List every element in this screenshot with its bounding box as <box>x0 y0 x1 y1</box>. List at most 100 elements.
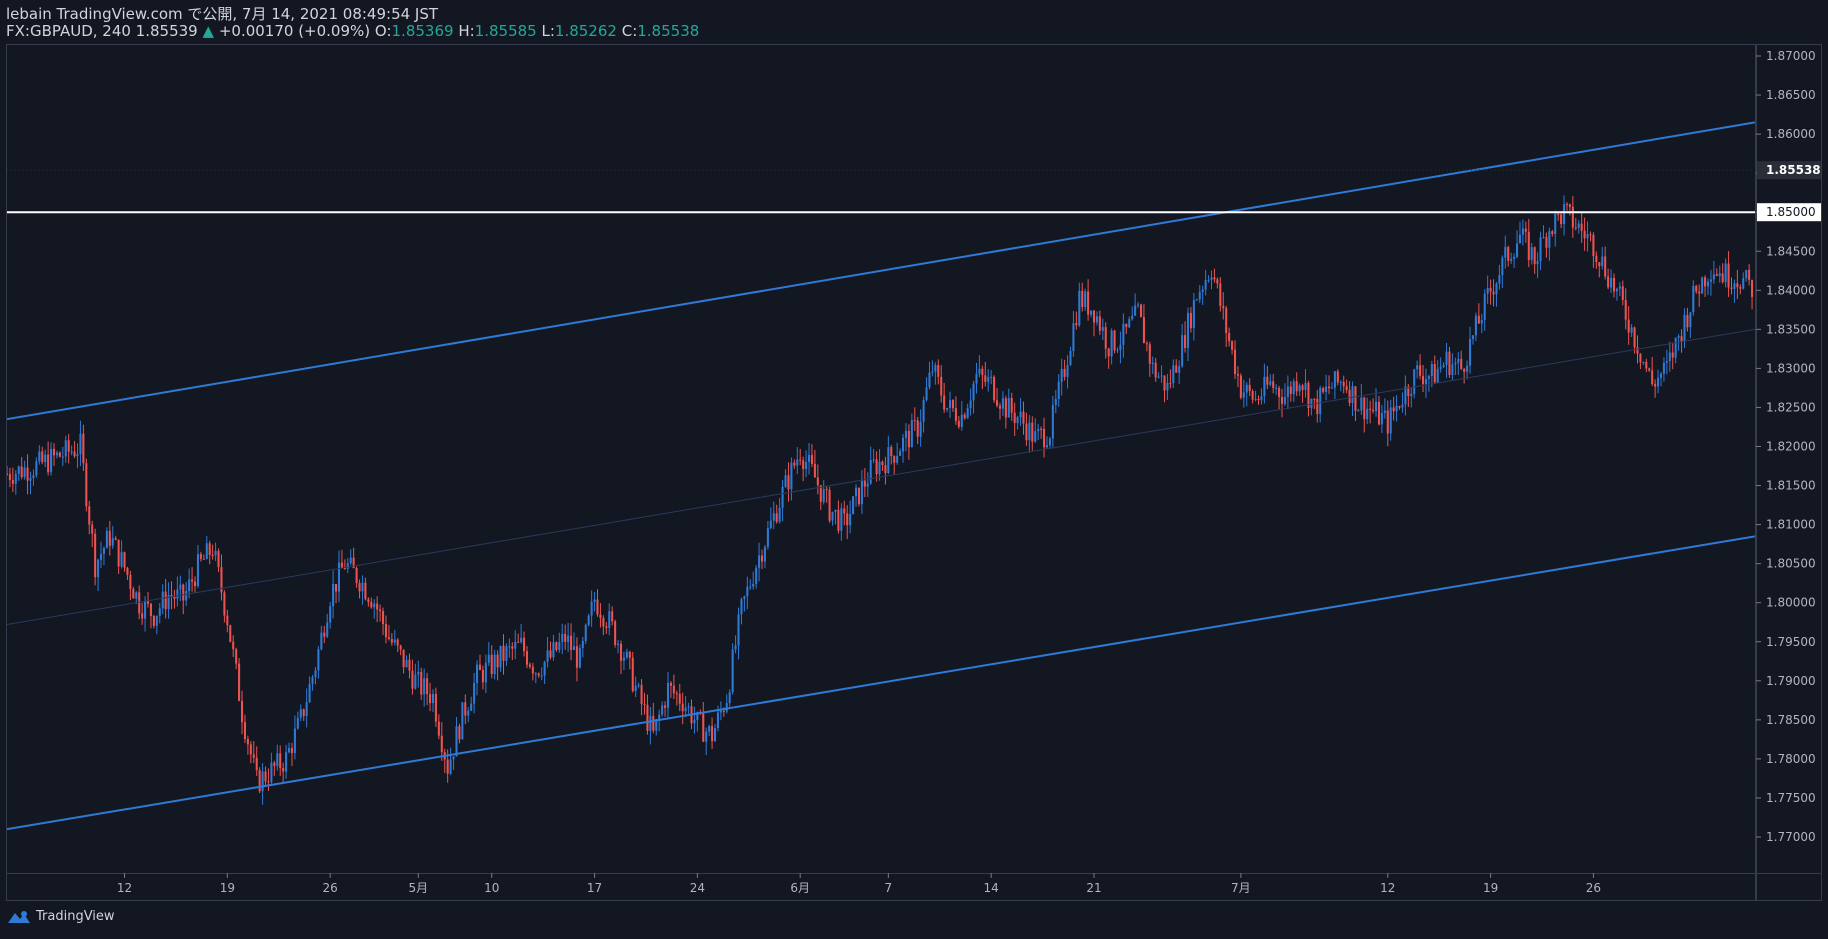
candle-up <box>1263 376 1266 397</box>
candle-up <box>452 756 455 760</box>
candle-down <box>1216 279 1219 284</box>
candle-down <box>614 621 617 646</box>
candle-up <box>1563 204 1566 225</box>
candle-up <box>431 693 435 704</box>
candle-up <box>581 640 584 649</box>
candle-up <box>1662 362 1665 374</box>
candle-down <box>1627 319 1630 333</box>
candle-down <box>1595 256 1598 263</box>
candle-up <box>1486 288 1489 294</box>
candle-down <box>881 461 884 466</box>
candle-down <box>1125 323 1128 328</box>
candle-down <box>1589 234 1592 236</box>
candle-up <box>922 400 925 422</box>
candlestick-chart[interactable]: 1.870001.865001.860001.855001.850001.845… <box>0 0 1828 939</box>
candle-up <box>470 703 473 711</box>
candle-down <box>1433 364 1436 383</box>
candle-up <box>361 582 364 592</box>
candle-up <box>1521 228 1524 235</box>
candle-up <box>1554 213 1557 234</box>
candle-down <box>678 693 681 704</box>
candle-down <box>7 473 9 475</box>
candle-down <box>1748 269 1751 281</box>
candle-down <box>996 400 999 406</box>
candle-up <box>17 466 20 474</box>
candle-down <box>246 738 249 745</box>
candle-up <box>120 552 123 567</box>
candle-down <box>191 579 194 582</box>
candle-down <box>957 420 960 427</box>
price-tick-label: 1.84000 <box>1766 283 1816 297</box>
candle-down <box>426 678 429 695</box>
candle-down <box>1372 409 1375 412</box>
time-tick-label: 7 <box>885 881 893 895</box>
candle-down <box>628 651 631 658</box>
footer-brand-text: TradingView <box>36 909 115 924</box>
candle-down <box>1524 228 1527 232</box>
candle-up <box>1439 366 1442 369</box>
candle-up <box>1057 381 1060 400</box>
time-axis-labels: 12 19 26 5月 10 17 24 6月 7 14 21 7月 12 19 26 <box>117 873 1601 895</box>
candle-down <box>364 582 367 600</box>
candle-down <box>1301 385 1304 390</box>
price-tick-label: 1.78000 <box>1766 752 1816 766</box>
candle-up <box>987 376 990 382</box>
candle-up <box>1724 263 1727 283</box>
candle-up <box>196 554 199 587</box>
candle-up <box>1416 365 1419 370</box>
candle-down <box>1139 304 1143 318</box>
candle-up <box>622 657 625 661</box>
candle-up <box>872 459 875 461</box>
candle-down <box>1580 223 1583 231</box>
candle-down <box>963 414 966 419</box>
candle-up <box>299 709 302 718</box>
price-tick-label: 1.78500 <box>1766 713 1816 727</box>
candle-up <box>634 685 637 692</box>
candle-down <box>1565 204 1569 206</box>
candle-down <box>193 581 197 587</box>
candle-up <box>969 400 972 409</box>
candle-down <box>1184 335 1187 348</box>
candle-up <box>1051 405 1054 439</box>
candle-down <box>640 684 643 704</box>
candle-down <box>813 463 816 478</box>
candle-down <box>223 592 226 616</box>
candle-up <box>608 611 611 628</box>
price-tick-label: 1.83000 <box>1766 361 1816 375</box>
candle-up <box>508 646 511 648</box>
candle-down <box>1280 396 1284 404</box>
candle-down <box>1751 280 1754 298</box>
candle-down <box>1568 204 1571 207</box>
candle-down <box>249 744 252 755</box>
candle-up <box>1618 286 1621 289</box>
time-tick-label: 12 <box>1380 881 1395 895</box>
candle-down <box>408 659 411 671</box>
candle-up <box>1404 386 1407 405</box>
candle-down <box>420 671 423 695</box>
candle-down <box>1560 214 1563 225</box>
candle-up <box>205 543 208 559</box>
candle-down <box>890 447 893 457</box>
candle-down <box>490 654 493 675</box>
candle-up <box>1019 411 1022 418</box>
candle-down <box>1316 398 1319 414</box>
candle-down <box>702 713 705 742</box>
candle-down <box>596 599 599 615</box>
candle-up <box>1131 315 1134 320</box>
candle-up <box>934 365 937 372</box>
candle-down <box>85 463 88 507</box>
candle-up <box>1028 422 1031 441</box>
candle-up <box>1709 279 1712 282</box>
candle-down <box>1492 291 1495 295</box>
candle-up <box>684 707 687 712</box>
candle-up <box>311 677 314 684</box>
candle-down <box>549 650 552 658</box>
candle-up <box>1069 350 1072 366</box>
candle-down <box>114 538 117 540</box>
candle-up <box>661 705 664 715</box>
candle-up <box>393 639 396 643</box>
candle-up <box>176 589 179 599</box>
candle-up <box>79 433 82 455</box>
candle-up <box>1137 304 1140 306</box>
price-badges: 1.85538 1.85000 <box>1757 161 1821 222</box>
